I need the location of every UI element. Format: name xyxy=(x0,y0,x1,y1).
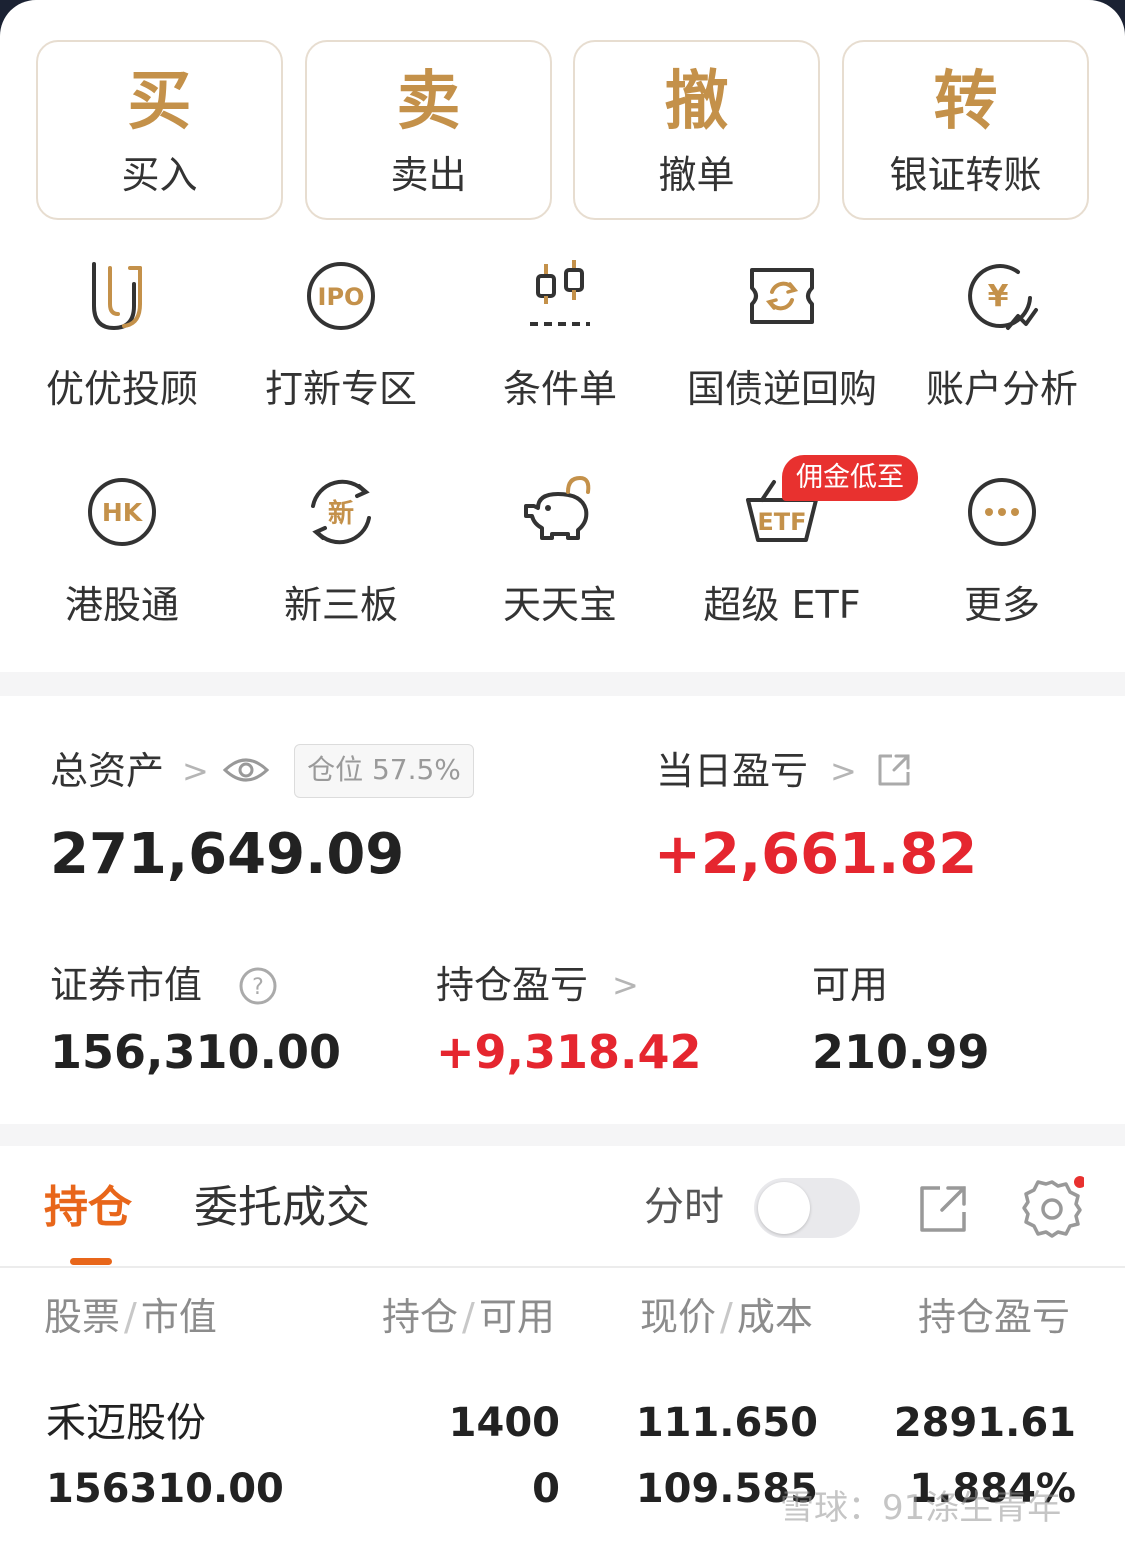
grid-item-account-analysis[interactable]: ¥ 账户分析 xyxy=(892,254,1112,412)
trade-button-row: 买 买入 卖 卖出 撤 撤单 转 银证转账 xyxy=(36,40,1089,220)
available-value: 210.99 xyxy=(812,1025,990,1079)
available-quantity: 0 xyxy=(532,1466,560,1512)
tab-orders[interactable]: 委托成交 xyxy=(194,1180,370,1236)
daily-pnl-value: +2,661.82 xyxy=(654,822,978,887)
holding-pnl-label[interactable]: 持仓盈亏 xyxy=(436,962,588,1008)
stock-market-value: 156310.00 xyxy=(46,1466,284,1512)
svg-text:HK: HK xyxy=(102,498,144,527)
header-holding-label: 持仓 xyxy=(382,1295,459,1339)
grid-label-treasury-repo: 国债逆回购 xyxy=(686,367,877,411)
position-ratio-badge: 仓位 57.5% xyxy=(294,744,474,798)
buy-button[interactable]: 买 买入 xyxy=(36,40,283,220)
stock-name: 禾迈股份 xyxy=(46,1400,206,1446)
total-assets-value: 271,649.09 xyxy=(50,822,405,887)
cancel-glyph: 撤 xyxy=(664,64,729,139)
grid-item-uu-advisor[interactable]: 优优投顾 xyxy=(12,254,232,412)
column-header-pnl: 持仓盈亏 xyxy=(918,1295,1071,1339)
section-divider xyxy=(0,1124,1125,1146)
grid-item-more[interactable]: 更多 xyxy=(892,470,1112,628)
available-label: 可用 xyxy=(812,963,889,1007)
total-assets-label[interactable]: 总资产 xyxy=(50,748,164,794)
header-stock-label: 股票 xyxy=(44,1295,121,1339)
header-slash: / xyxy=(124,1295,137,1339)
market-value-label: 证券市值 xyxy=(50,963,203,1007)
column-header-holding: 持仓 / 可用 xyxy=(382,1294,555,1340)
grid-item-piggy-bank[interactable]: 天天宝 xyxy=(450,470,670,628)
grid-label-uu-advisor: 优优投顾 xyxy=(45,367,198,411)
grid-label-neeq: 新三板 xyxy=(283,583,398,627)
grid-item-conditional-order[interactable]: 条件单 xyxy=(450,254,670,412)
gear-icon[interactable] xyxy=(1020,1176,1084,1240)
grid-label-account-analysis: 账户分析 xyxy=(925,367,1078,411)
grid-label-conditional-order: 条件单 xyxy=(502,367,617,411)
chevron-right-icon: > xyxy=(182,752,209,790)
svg-text:¥: ¥ xyxy=(988,279,1009,314)
header-cost-label: 成本 xyxy=(736,1295,813,1339)
conditional-order-icon xyxy=(530,260,590,326)
svg-text:ETF: ETF xyxy=(757,508,806,536)
daily-pnl-label[interactable]: 当日盈亏 xyxy=(656,748,808,794)
market-value: 156,310.00 xyxy=(50,1025,342,1079)
transfer-glyph: 转 xyxy=(933,64,998,139)
intraday-label: 分时 xyxy=(644,1184,724,1230)
help-icon[interactable]: ? xyxy=(238,966,278,1006)
holding-pnl-value: +9,318.42 xyxy=(436,1025,702,1079)
toggle-knob xyxy=(758,1182,810,1234)
grid-label-hk-connect: 港股通 xyxy=(64,583,179,627)
commission-promo-badge: 佣金低至 xyxy=(782,455,918,501)
tab-divider xyxy=(0,1266,1125,1268)
chevron-right-icon: > xyxy=(830,752,857,790)
ipo-icon: IPO xyxy=(307,262,375,330)
section-divider xyxy=(0,672,1125,696)
account-analysis-icon: ¥ xyxy=(968,264,1038,330)
neeq-icon: 新 xyxy=(311,479,371,545)
sell-glyph: 卖 xyxy=(396,64,461,139)
grid-label-ipo: 打新专区 xyxy=(264,367,417,411)
holding-pnl-amount: 2891.61 xyxy=(893,1400,1076,1446)
header-slash: / xyxy=(720,1295,733,1339)
sell-button[interactable]: 卖 卖出 xyxy=(305,40,552,220)
svg-text:?: ? xyxy=(252,975,264,1000)
grid-label-super-etf: 超级 ETF xyxy=(703,583,861,627)
intraday-toggle[interactable] xyxy=(754,1178,860,1238)
watermark: 雪球：91涤生青年 xyxy=(780,1488,1062,1528)
grid-item-neeq[interactable]: 新 新三板 xyxy=(231,470,451,628)
holding-quantity: 1400 xyxy=(448,1400,560,1446)
buy-glyph: 买 xyxy=(127,64,192,139)
tab-holdings[interactable]: 持仓 xyxy=(44,1180,132,1236)
svg-text:IPO: IPO xyxy=(318,283,365,311)
active-tab-indicator xyxy=(70,1258,112,1265)
buy-label: 买入 xyxy=(121,153,198,197)
more-icon xyxy=(968,478,1036,546)
header-market-value-label: 市值 xyxy=(140,1295,217,1339)
cancel-label: 撤单 xyxy=(658,153,735,197)
svg-text:新: 新 xyxy=(328,498,354,529)
column-header-price: 现价 / 成本 xyxy=(640,1294,813,1340)
header-slash: / xyxy=(462,1295,475,1339)
grid-item-ipo[interactable]: IPO 打新专区 xyxy=(231,254,451,412)
grid-item-hk-connect[interactable]: HK 港股通 xyxy=(12,470,232,628)
trade-panel: 买 买入 卖 卖出 撤 撤单 转 银证转账 优优投顾 IPO 打新专区 条件单 … xyxy=(0,0,1125,1544)
sell-label: 卖出 xyxy=(390,153,467,197)
uu-advisor-icon xyxy=(92,262,142,331)
column-header-stock: 股票 / 市值 xyxy=(44,1294,217,1340)
treasury-repo-icon xyxy=(750,268,814,324)
share-icon[interactable] xyxy=(876,752,912,788)
grid-label-more: 更多 xyxy=(963,583,1040,627)
external-link-icon[interactable] xyxy=(918,1184,968,1234)
header-price-label: 现价 xyxy=(640,1295,717,1339)
piggy-bank-icon xyxy=(524,475,591,540)
bank-transfer-button[interactable]: 转 银证转账 xyxy=(842,40,1089,220)
transfer-label: 银证转账 xyxy=(889,153,1042,197)
header-available-label: 可用 xyxy=(478,1295,555,1339)
hk-connect-icon: HK xyxy=(88,478,156,546)
grid-label-piggy-bank: 天天宝 xyxy=(502,583,617,627)
current-price: 111.650 xyxy=(635,1400,818,1446)
grid-item-treasury-repo[interactable]: 国债逆回购 xyxy=(672,254,892,412)
chevron-right-icon: > xyxy=(612,966,639,1004)
eye-icon[interactable] xyxy=(222,752,270,788)
cancel-order-button[interactable]: 撤 撤单 xyxy=(573,40,820,220)
